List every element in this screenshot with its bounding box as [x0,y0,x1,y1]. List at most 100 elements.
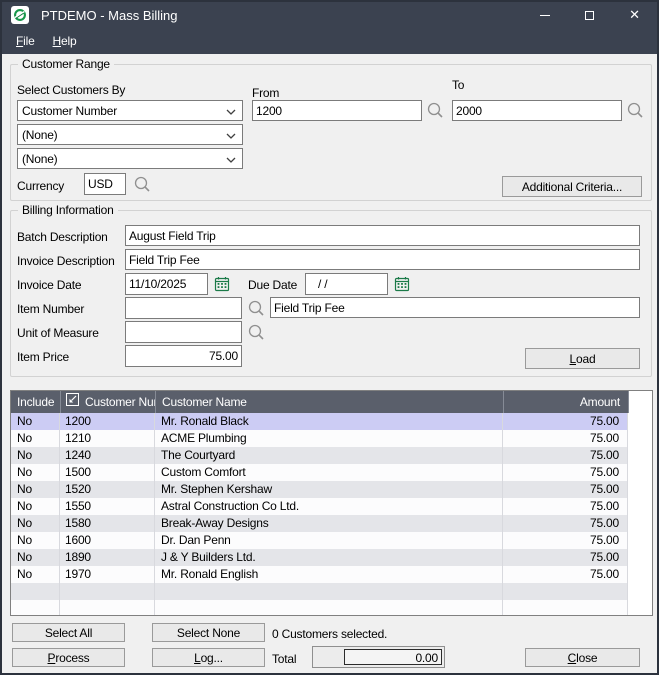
total-field: 0.00 [312,646,445,668]
invoice-date-calendar-icon[interactable] [214,276,230,295]
grid-row[interactable]: No1970Mr. Ronald English75.00 [11,566,652,583]
unit-of-measure-label: Unit of Measure [17,326,99,340]
cell-amount: 75.00 [503,498,628,515]
billing-information-legend: Billing Information [18,203,118,217]
from-input[interactable] [252,100,422,121]
select-all-button[interactable]: Select All [12,623,125,642]
cell-filler [628,600,652,616]
close-button[interactable]: Close [525,648,640,667]
menu-file[interactable]: File [7,28,44,54]
filter2-combo[interactable]: (None) [17,124,243,145]
grid-row[interactable]: No1890J & Y Builders Ltd.75.00 [11,549,652,566]
invoice-date-label: Invoice Date [17,278,81,292]
cell-name: Astral Construction Co Ltd. [155,498,503,515]
cell-filler [628,464,652,481]
cell-filler [628,583,652,600]
grid-empty-row [11,600,652,616]
grid-row[interactable]: No1210ACME Plumbing75.00 [11,430,652,447]
cell-amount: 75.00 [503,549,628,566]
chevron-down-icon [226,104,236,118]
cell-filler [628,498,652,515]
cell-include[interactable]: No [11,430,60,447]
unit-of-measure-input[interactable] [125,321,242,343]
batch-description-input[interactable] [125,225,640,246]
due-date-input[interactable] [305,273,388,295]
grid-row[interactable]: No1550Astral Construction Co Ltd.75.00 [11,498,652,515]
maximize-button[interactable] [567,2,612,28]
customers-grid: Include Customer Number Customer Name Am… [10,390,653,616]
select-customers-by-combo[interactable]: Customer Number [17,100,243,121]
grid-row[interactable]: No1200Mr. Ronald Black75.00 [11,413,652,430]
grid-row[interactable]: No1520Mr. Stephen Kershaw75.00 [11,481,652,498]
column-header-include[interactable]: Include [11,391,60,413]
close-window-button[interactable]: ✕ [612,2,657,28]
cell-name: Mr. Ronald Black [155,413,503,430]
cell-filler [628,481,652,498]
currency-finder-icon[interactable] [133,175,151,196]
column-header-amount[interactable]: Amount [503,391,628,413]
grid-row[interactable]: No1240The Courtyard75.00 [11,447,652,464]
column-header-customer-number[interactable]: Customer Number [60,391,155,413]
to-input[interactable] [452,100,622,121]
unit-of-measure-finder-icon[interactable] [247,323,265,344]
close-icon: ✕ [629,7,640,23]
cell-include[interactable]: No [11,532,60,549]
item-number-input[interactable] [125,297,242,319]
cell-number: 1200 [60,413,155,430]
cell-number: 1970 [60,566,155,583]
cell-include[interactable]: No [11,498,60,515]
cell-name [155,600,503,616]
customers-selected-status: 0 Customers selected. [272,627,387,641]
goto-column-icon [66,391,79,413]
batch-description-label: Batch Description [17,230,108,244]
due-date-calendar-icon[interactable] [394,276,410,295]
load-button[interactable]: Load [525,348,640,369]
invoice-date-input[interactable] [125,273,208,295]
cell-include[interactable]: No [11,464,60,481]
grid-row[interactable]: No1600Dr. Dan Penn75.00 [11,532,652,549]
process-button[interactable]: Process [12,648,125,667]
from-finder-icon[interactable] [426,101,444,122]
item-number-finder-icon[interactable] [247,299,265,320]
grid-row[interactable]: No1500Custom Comfort75.00 [11,464,652,481]
cell-filler [628,413,652,430]
cell-filler [628,532,652,549]
cell-number: 1520 [60,481,155,498]
chevron-down-icon [226,128,236,142]
cell-include[interactable]: No [11,549,60,566]
item-description-input[interactable] [270,297,640,318]
log-button[interactable]: Log... [152,648,265,667]
mass-billing-window: PTDEMO - Mass Billing ✕ File Help Custom… [0,0,659,675]
cell-include[interactable]: No [11,515,60,532]
cell-include[interactable]: No [11,481,60,498]
currency-input[interactable] [84,173,126,195]
due-date-label: Due Date [248,278,297,292]
menu-help[interactable]: Help [44,28,86,54]
cell-amount: 75.00 [503,430,628,447]
item-price-input[interactable] [125,345,242,367]
cell-include[interactable]: No [11,447,60,464]
cell-filler [628,447,652,464]
grid-empty-row [11,583,652,600]
column-header-customer-name[interactable]: Customer Name [155,391,503,413]
cell-amount: 75.00 [503,566,628,583]
cell-include[interactable]: No [11,413,60,430]
cell-include[interactable]: No [11,566,60,583]
filter3-combo[interactable]: (None) [17,148,243,169]
minimize-button[interactable] [522,2,567,28]
app-logo-icon [11,6,29,24]
additional-criteria-button[interactable]: Additional Criteria... [502,176,642,197]
currency-label: Currency [17,179,64,193]
to-finder-icon[interactable] [626,101,644,122]
grid-row[interactable]: No1580Break-Away Designs75.00 [11,515,652,532]
invoice-description-input[interactable] [125,249,640,270]
cell-amount: 75.00 [503,464,628,481]
menu-bar: File Help [2,28,657,54]
select-customers-by-label: Select Customers By [17,83,125,97]
cell-include [11,583,60,600]
select-none-button[interactable]: Select None [152,623,265,642]
cell-amount: 75.00 [503,515,628,532]
cell-name [155,583,503,600]
cell-amount: 75.00 [503,481,628,498]
cell-include [11,600,60,616]
